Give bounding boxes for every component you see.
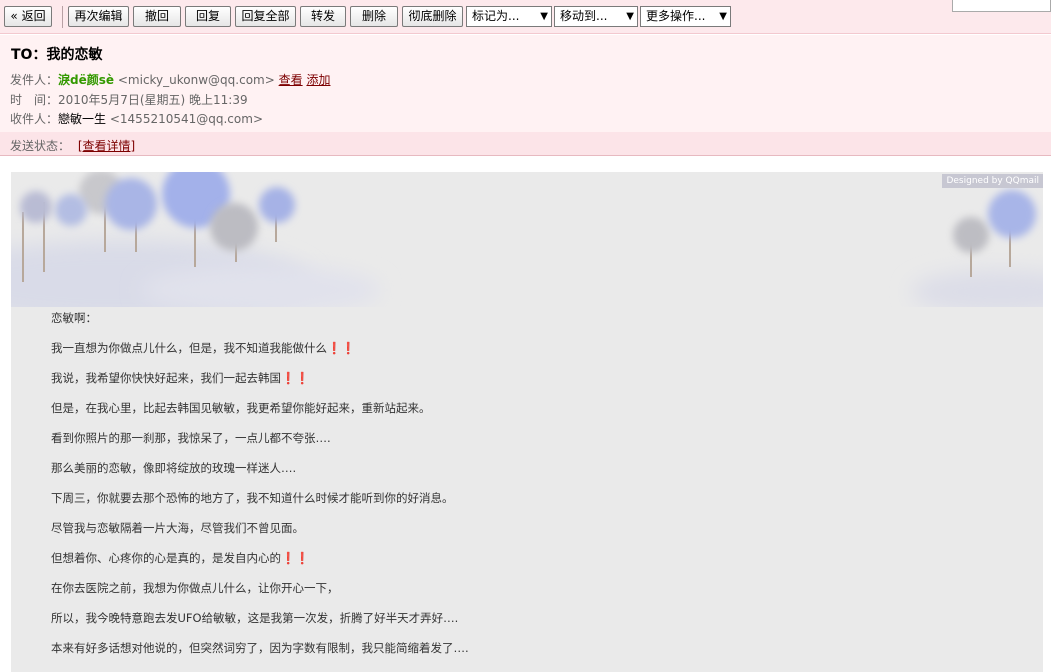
back-button[interactable]: « 返回: [4, 6, 52, 27]
mark-as-label: 标记为...: [472, 9, 520, 23]
letter-line: 本来有好多话想对他说的，但突然词穷了，因为字数有限制，我只能简缩着发了….: [51, 641, 469, 655]
reedit-button[interactable]: 再次编辑: [68, 6, 129, 27]
reply-all-button[interactable]: 回复全部: [235, 6, 296, 27]
time-row: 时 间：2010年5月7日(星期五) 晚上11:39: [10, 91, 248, 108]
letter-line: 看到你照片的那一刹那，我惊呆了，一点儿都不夸张….: [51, 431, 331, 445]
move-to-label: 移动到...: [560, 9, 608, 23]
designed-by-badge: Designed by QQmail: [942, 174, 1043, 188]
letter-line: 但是，在我心里，比起去韩国见敏敏，我更希望你能好起来，重新站起来。: [51, 401, 431, 415]
letter-line: 下周三，你就要去那个恐怖的地方了，我不知道什么时候才能听到你的好消息。: [51, 491, 454, 505]
letter-line: 我一直想为你做点儿什么，但是，我不知道我能做什么❗❗: [51, 341, 356, 355]
letter-line: 那么美丽的恋敏，像即将绽放的玫瑰一样迷人….: [51, 461, 297, 475]
mark-as-dropdown[interactable]: 标记为... ▼: [466, 6, 552, 27]
forward-button[interactable]: 转发: [300, 6, 346, 27]
recipient-label: 收件人：: [10, 112, 59, 126]
more-actions-dropdown[interactable]: 更多操作... ▼: [640, 6, 731, 27]
chevron-down-icon: ▼: [626, 11, 634, 22]
send-status-label: 发送状态：: [10, 139, 71, 153]
reply-button[interactable]: 回复: [185, 6, 231, 27]
letter-line: 尽管我与恋敏隔着一片大海，尽管我们不曾见面。: [51, 521, 304, 535]
chevron-down-icon: ▼: [719, 11, 727, 22]
more-actions-label: 更多操作...: [646, 9, 706, 23]
toolbar: « 返回 再次编辑 撤回 回复 回复全部 转发 删除 彻底删除 标记为... ▼…: [0, 0, 1051, 34]
delete-button[interactable]: 删除: [350, 6, 398, 27]
recipient-name[interactable]: 戀敏一生: [58, 112, 106, 126]
recipient-row: 收件人：戀敏一生 <1455210541@qq.com>: [10, 110, 263, 127]
sender-label: 发件人：: [10, 73, 59, 87]
letter-line: 所以，我今晚特意跑去发UFO给敏敏，这是我第一次发，折腾了好半天才弄好….: [51, 611, 459, 625]
status-details-link[interactable]: [查看详情]: [78, 139, 135, 153]
recipient-address: <1455210541@qq.com>: [109, 112, 263, 126]
delete-forever-button[interactable]: 彻底删除: [402, 6, 463, 27]
mail-subject: TO：我的恋敏: [11, 47, 103, 63]
view-contact-link[interactable]: 查看: [279, 73, 303, 87]
recall-button[interactable]: 撤回: [133, 6, 181, 27]
mail-header: TO：我的恋敏 发件人：淚dё颜sè <micky_ukonw@qq.com> …: [0, 35, 1051, 132]
time-label: 时 间：: [10, 93, 59, 107]
send-status-bar: 发送状态： [查看详情]: [0, 132, 1051, 156]
move-to-dropdown[interactable]: 移动到... ▼: [554, 6, 638, 27]
letter-line: 但想着你、心疼你的心是真的，是发自内心的❗❗: [51, 551, 310, 565]
time-value: 2010年5月7日(星期五) 晚上11:39: [58, 93, 248, 107]
letter-line: 我说，我希望你快快好起来，我们一起去韩国❗❗: [51, 371, 310, 385]
sender-address: <micky_ukonw@qq.com>: [117, 73, 275, 87]
chevron-down-icon: ▼: [540, 11, 548, 22]
letter-line: 恋敏啊：: [51, 311, 97, 325]
search-input[interactable]: [952, 0, 1051, 12]
mail-body: Designed by QQmail 恋敏啊： 我一直想为你做点儿什么，但是，我…: [11, 172, 1043, 672]
sender-row: 发件人：淚dё颜sè <micky_ukonw@qq.com> 查看 添加: [10, 71, 330, 88]
letter-line: 在你去医院之前，我想为你做点儿什么，让你开心一下，: [51, 581, 339, 595]
stationery-background: [11, 172, 1043, 307]
send-status-row: 发送状态： [查看详情]: [10, 137, 135, 154]
add-contact-link[interactable]: 添加: [306, 73, 330, 87]
toolbar-separator: [62, 6, 63, 28]
sender-name[interactable]: 淚dё颜sè: [58, 73, 114, 87]
letter-body: 恋敏啊： 我一直想为你做点儿什么，但是，我不知道我能做什么❗❗ 我说，我希望你快…: [51, 310, 951, 670]
